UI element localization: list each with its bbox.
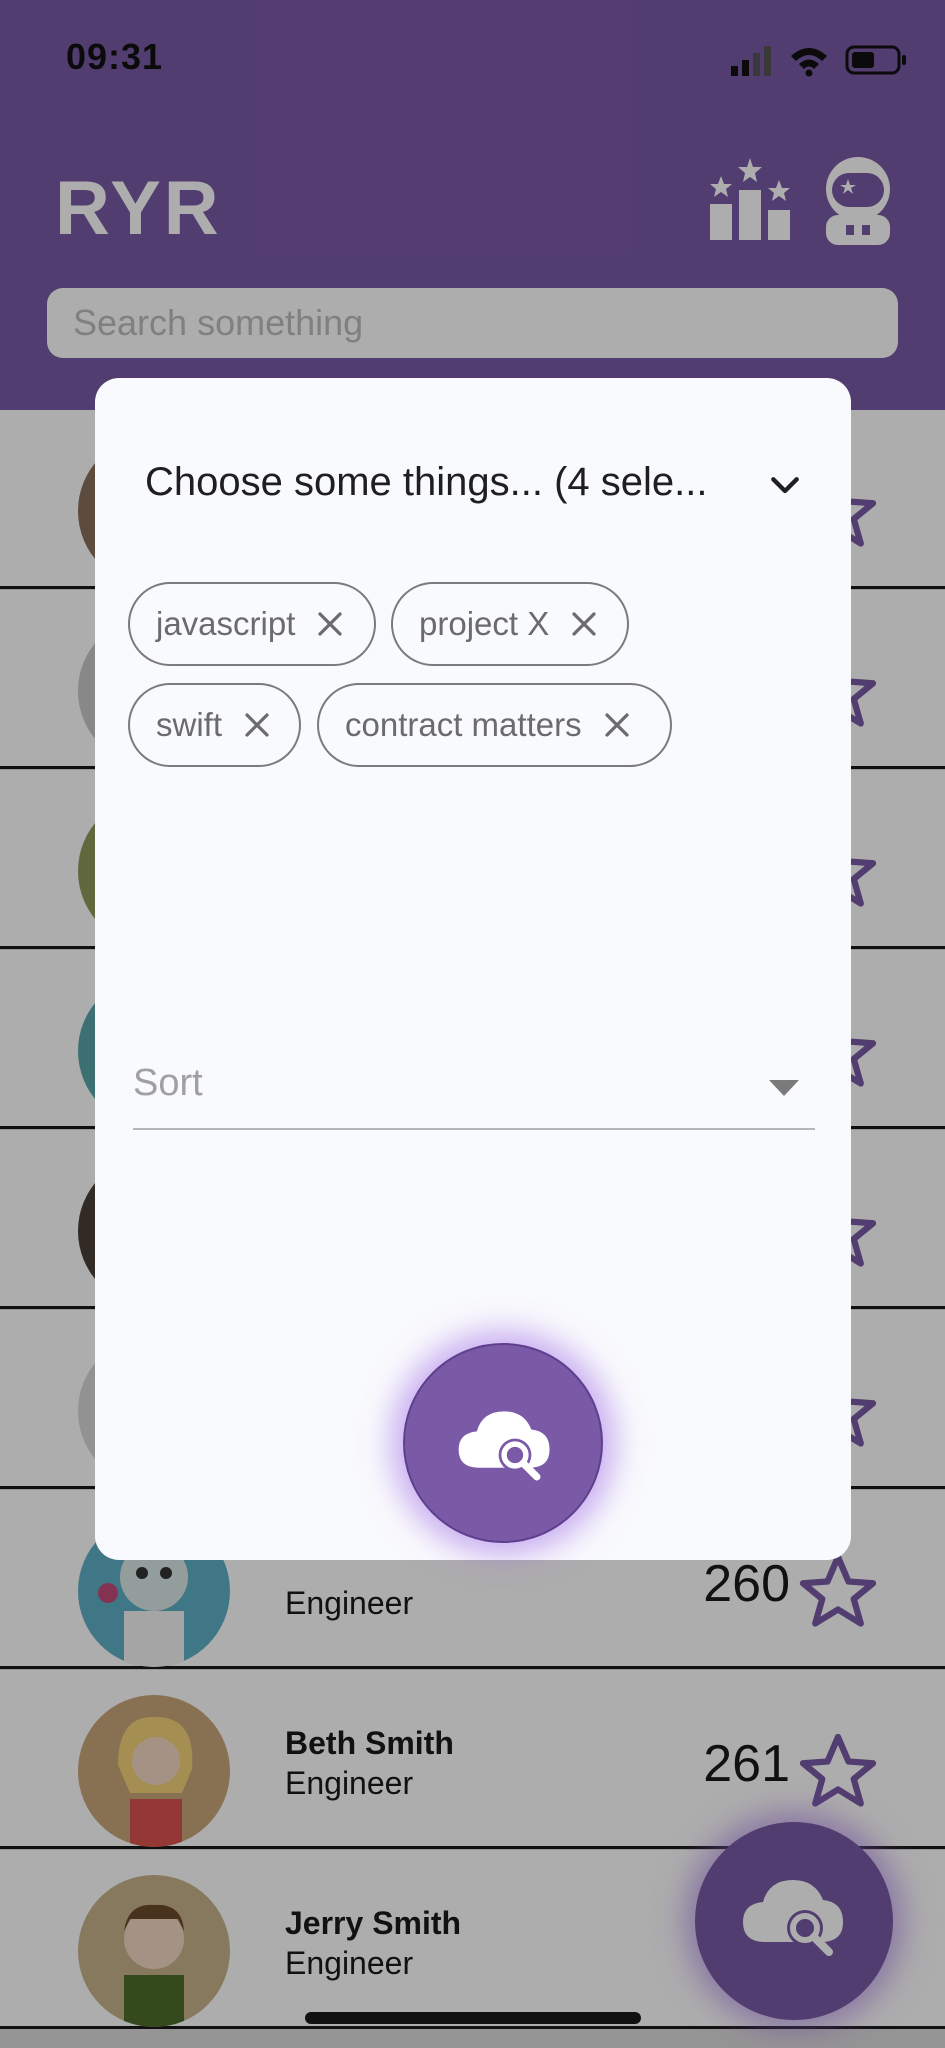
tag-chip[interactable]: javascript — [128, 582, 376, 666]
sort-select[interactable]: Sort — [133, 1048, 815, 1130]
tag-chip[interactable]: project X — [391, 582, 629, 666]
tag-chip[interactable]: swift — [128, 683, 301, 767]
sort-label: Sort — [133, 1062, 203, 1104]
tag-chip[interactable]: contract matters — [317, 683, 672, 767]
tags-multiselect-dropdown[interactable]: Choose some things... (4 sele... — [145, 448, 805, 518]
search-button[interactable] — [403, 1343, 603, 1543]
chip-label: contract matters — [345, 706, 582, 743]
close-icon[interactable] — [602, 710, 632, 740]
close-icon[interactable] — [315, 609, 345, 639]
filter-dialog: Choose some things... (4 sele... javascr… — [95, 378, 851, 1560]
dropdown-label: Choose some things... (4 sele... — [145, 460, 708, 504]
chip-label: swift — [156, 706, 222, 743]
chevron-down-icon[interactable] — [765, 466, 805, 506]
cloud-search-icon — [458, 1411, 550, 1481]
close-icon[interactable] — [569, 609, 599, 639]
chip-label: project X — [419, 605, 550, 642]
caret-down-icon — [769, 1080, 799, 1096]
close-icon[interactable] — [242, 710, 272, 740]
home-indicator — [305, 2012, 641, 2024]
app-screen: 09:31 RYR Search something Engineer 260 … — [0, 0, 945, 2048]
chip-label: javascript — [156, 605, 296, 642]
